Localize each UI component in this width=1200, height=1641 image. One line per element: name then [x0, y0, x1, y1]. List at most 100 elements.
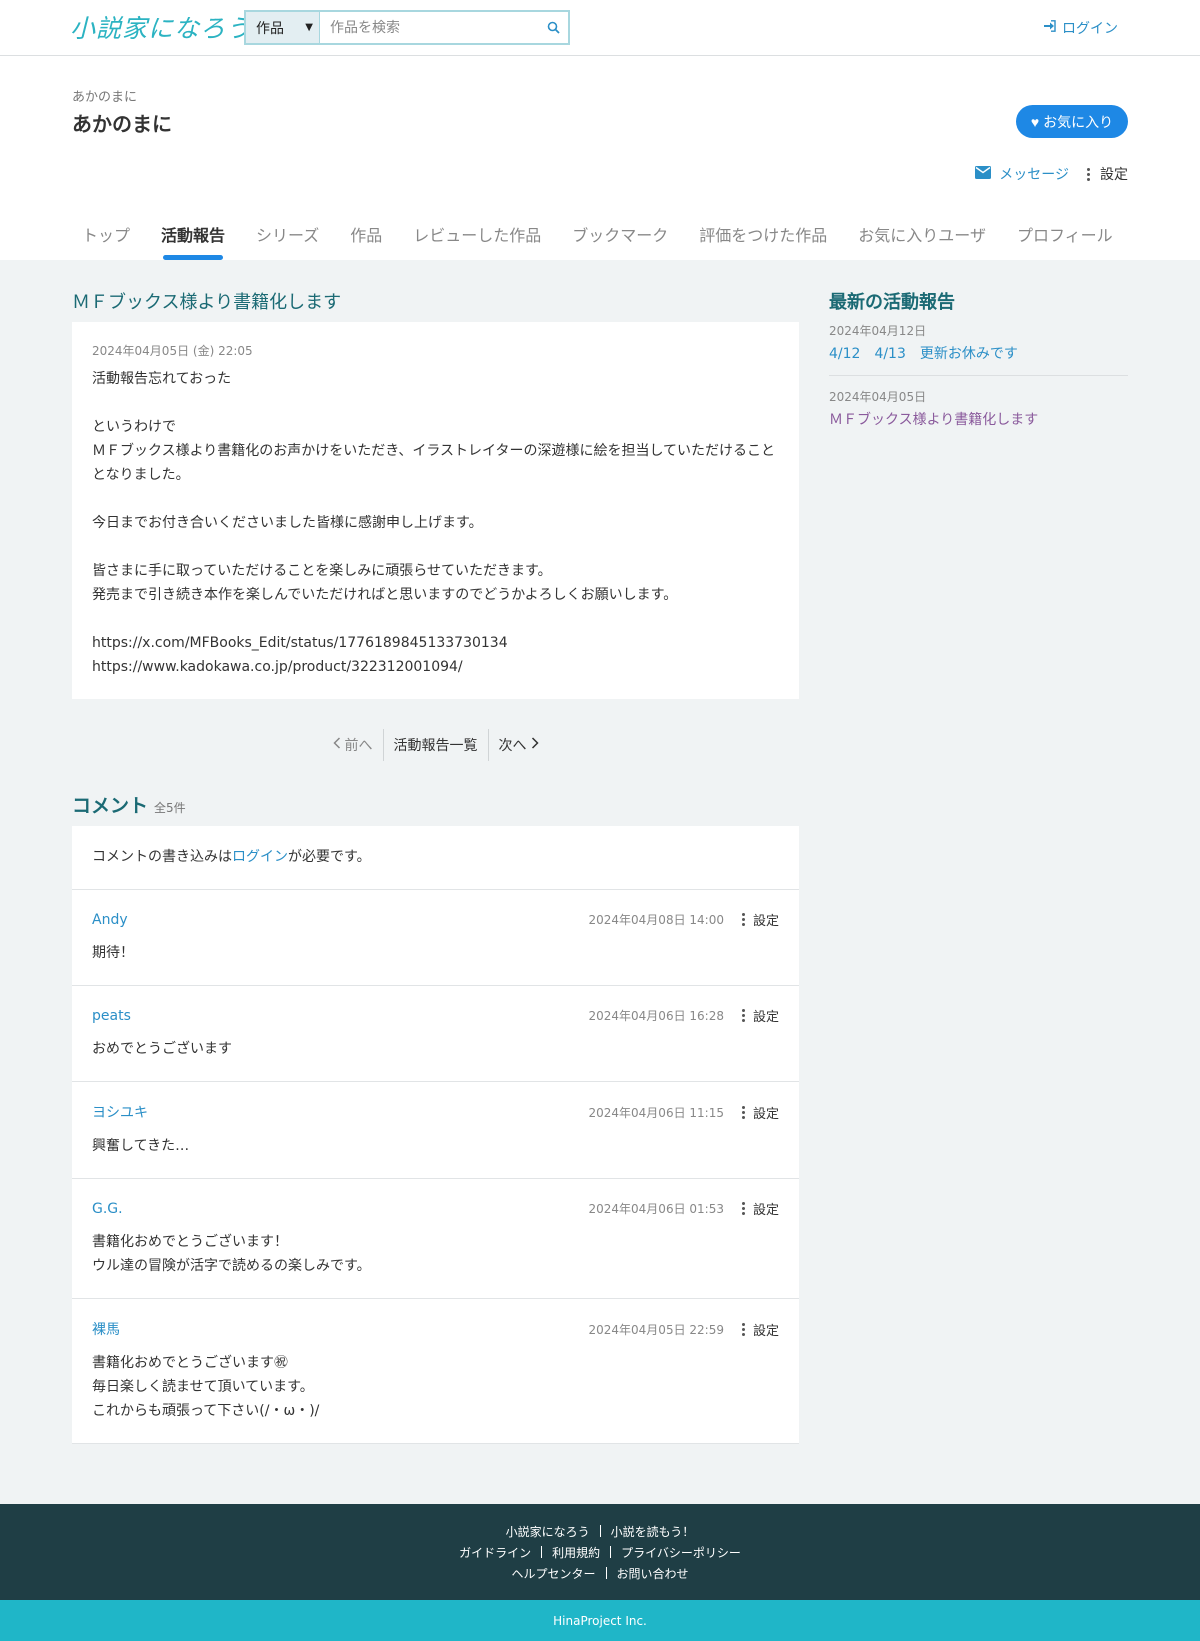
footer-link[interactable]: ガイドライン [449, 1544, 541, 1561]
footer-link[interactable]: お問い合わせ [607, 1565, 699, 1582]
tab-profile[interactable]: プロフィール [1007, 208, 1123, 260]
post-line [92, 487, 779, 511]
tab-series[interactable]: シリーズ [246, 208, 329, 260]
comment-settings-label: 設定 [752, 1010, 779, 1025]
more-vertical-icon [741, 1202, 745, 1215]
chevron-down-icon: ▼ [305, 22, 313, 33]
comment-settings-menu[interactable]: 設定 [741, 1006, 779, 1025]
footer-row: 小説家になろう 小説を読もう！ [496, 1523, 705, 1540]
footer-link[interactable]: 小説を読もう！ [601, 1523, 705, 1540]
comment-item: ヨシユキ 2024年04月06日 11:15 設定興奮してきた… [72, 1082, 799, 1179]
tab-top[interactable]: トップ [72, 208, 140, 260]
prev-link[interactable]: 前へ [323, 729, 383, 761]
more-vertical-icon [741, 1009, 745, 1022]
sidebar-report-item: 2024年04月12日 4/12 4/13 更新お休みです [829, 322, 1128, 373]
login-link[interactable]: ログイン [1043, 18, 1118, 38]
heart-icon: ♥ [1030, 113, 1040, 130]
comment-line: 毎日楽しく読ませて頂いています。 [92, 1379, 314, 1395]
comment-settings-label: 設定 [752, 1203, 779, 1218]
comment-author[interactable]: Andy [92, 912, 128, 928]
next-link[interactable]: 次へ [489, 729, 549, 761]
user-settings-menu[interactable]: 設定 [1087, 164, 1128, 184]
user-tabs: トップ 活動報告 シリーズ 作品 レビューした作品 ブックマーク 評価をつけた作… [72, 208, 1134, 260]
post-line: https://x.com/MFBooks_Edit/status/177618… [92, 635, 508, 651]
tab-works[interactable]: 作品 [340, 208, 392, 260]
site-logo[interactable]: 小説家になろう [70, 9, 252, 45]
comment-author[interactable]: 裸馬 [92, 1319, 120, 1339]
comment-date: 2024年04月06日 01:53 [588, 1202, 724, 1216]
comment-settings-menu[interactable]: 設定 [741, 910, 779, 929]
post-line [92, 607, 779, 631]
sidebar-divider [829, 375, 1128, 376]
post-line: 今日までお付き合いくださいました皆様に感謝申し上げます。 [92, 515, 483, 531]
user-header: あかのまに あかのまに ♥ お気に入り メッセージ 設定 トップ 活動報告 シリ… [0, 56, 1200, 260]
comment-author[interactable]: peats [92, 1008, 131, 1024]
footer-link[interactable]: 小説家になろう [496, 1523, 600, 1540]
comment-header: Andy 2024年04月08日 14:00 設定 [92, 910, 779, 930]
user-name: あかのまに [72, 112, 172, 136]
user-settings-label: 設定 [1100, 167, 1128, 183]
comment-settings-label: 設定 [752, 914, 779, 929]
sidebar-report-item: 2024年04月05日 ＭＦブックス様より書籍化します [829, 388, 1128, 439]
comment-settings-label: 設定 [752, 1323, 779, 1339]
comment-settings-menu[interactable]: 設定 [741, 1320, 779, 1339]
comment-item: 裸馬 2024年04月05日 22:59 設定書籍化おめでとうございます㊗毎日楽しく… [72, 1299, 799, 1444]
sidebar-report-link[interactable]: ＭＦブックス様より書籍化します [829, 412, 1038, 428]
comment-line: 書籍化おめでとうございます！ [92, 1234, 288, 1250]
comment-author[interactable]: ヨシユキ [92, 1102, 148, 1122]
comment-settings-menu[interactable]: 設定 [741, 1199, 779, 1218]
comment-date: 2024年04月06日 16:28 [588, 1009, 724, 1023]
comment-body: 書籍化おめでとうございます！ ウル達の冒険が活字で読めるの楽しみです。 [92, 1230, 779, 1278]
message-link[interactable]: メッセージ [975, 164, 1069, 184]
comment-meta: 2024年04月06日 16:28 設定 [588, 1006, 779, 1025]
post-line [92, 391, 779, 415]
footer-link[interactable]: 利用規約 [542, 1544, 610, 1561]
comment-line: 書籍化おめでとうございます㊗ [92, 1355, 288, 1371]
next-label: 次へ [498, 738, 527, 754]
user-name-kana: あかのまに [72, 90, 138, 105]
prev-label: 前へ [344, 738, 373, 754]
comment-body: 期待！ [92, 941, 779, 965]
comment-meta: 2024年04月06日 11:15 設定 [589, 1103, 779, 1122]
post-line: というわけで [92, 419, 176, 435]
post-body: 活動報告忘れておった というわけで ＭＦブックス様より書籍化のお声かけをいただき、イ… [92, 367, 779, 679]
content-area: ＭＦブックス様より書籍化します 2024年04月05日 (金) 22:05 活動… [0, 260, 1200, 1444]
search-icon[interactable] [538, 12, 568, 43]
comment-body: 書籍化おめでとうございます㊗毎日楽しく読ませて頂いています。 これからも頑張って下… [92, 1351, 779, 1423]
comments-heading: コメント 全5件 [72, 791, 799, 818]
comment-note-text: コメントの書き込みは [92, 849, 232, 865]
tab-favorite-users[interactable]: お気に入りユーザ [848, 208, 996, 260]
sidebar-report-date: 2024年04月05日 [829, 390, 927, 404]
comment-login-link[interactable]: ログイン [232, 849, 288, 865]
user-actions: メッセージ 設定 [975, 164, 1128, 184]
footer-link[interactable]: プライバシーポリシー [611, 1544, 751, 1561]
comment-header: ヨシユキ 2024年04月06日 11:15 設定 [92, 1102, 779, 1122]
footer-link[interactable]: ヘルプセンター [501, 1565, 605, 1582]
search-category-value: 作品 [256, 20, 284, 37]
tab-activity[interactable]: 活動報告 [151, 208, 235, 260]
comment-line: これからも頑張って下さい(/・ω・)/ [92, 1403, 320, 1419]
comment-body: 興奮してきた… [92, 1134, 779, 1158]
tab-rated[interactable]: 評価をつけた作品 [689, 208, 837, 260]
search-input[interactable] [320, 12, 538, 43]
comment-note-text: が必要です。 [288, 849, 371, 865]
tab-reviews[interactable]: レビューした作品 [403, 208, 551, 260]
comment-meta: 2024年04月08日 14:00 設定 [589, 910, 779, 929]
comment-login-note: コメントの書き込みはログインが必要です。 [72, 826, 799, 890]
comment-meta: 2024年04月05日 22:59 設定 [589, 1320, 779, 1339]
comment-settings-menu[interactable]: 設定 [741, 1103, 779, 1122]
chevron-right-icon [531, 737, 539, 753]
search-category-select[interactable]: 作品 ▼ [246, 12, 320, 43]
post-line: 皆さまに手に取っていただけることを楽しみに頑張らせていただきます。 [92, 563, 552, 579]
comment-header: peats 2024年04月06日 16:28 設定 [92, 1006, 779, 1026]
activity-list-link[interactable]: 活動報告一覧 [384, 729, 488, 761]
post-title: ＭＦブックス様より書籍化します [72, 292, 342, 313]
mail-icon [975, 165, 992, 183]
comment-author[interactable]: G.G. [92, 1201, 123, 1217]
sidebar-report-link[interactable]: 4/12 4/13 更新お休みです [829, 346, 1018, 362]
message-label: メッセージ [999, 167, 1069, 183]
site-footer: 小説家になろう 小説を読もう！ ガイドライン 利用規約 プライバシーポリシー ヘ… [0, 1504, 1200, 1600]
sidebar-title: 最新の活動報告 [829, 292, 955, 313]
tab-bookmarks[interactable]: ブックマーク [562, 208, 678, 260]
favorite-button[interactable]: ♥ お気に入り [1016, 105, 1128, 138]
